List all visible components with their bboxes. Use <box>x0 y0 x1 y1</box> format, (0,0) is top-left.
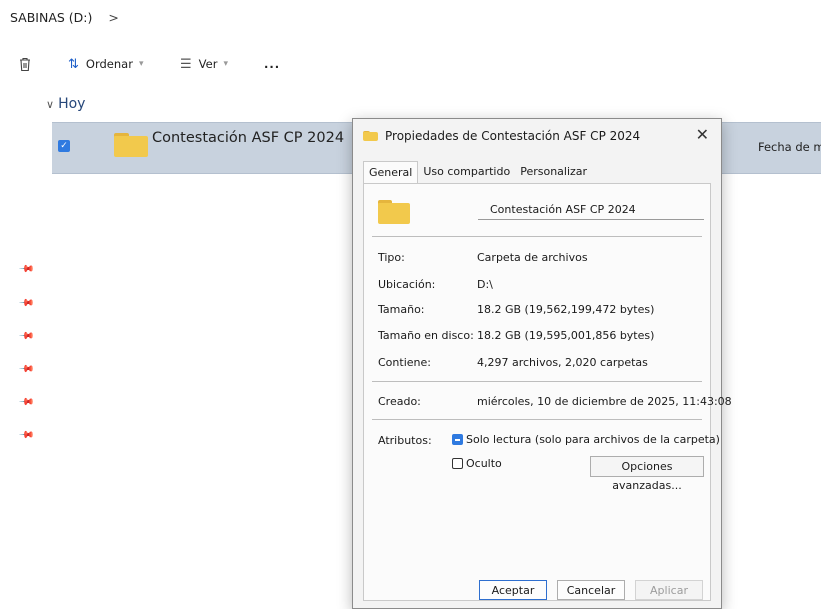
sort-label: Ordenar <box>85 57 133 71</box>
ok-button[interactable]: Aceptar <box>479 580 547 600</box>
sort-icon: ⇅ <box>68 56 79 72</box>
pin-icon[interactable]: 📌 <box>18 261 35 278</box>
hidden-label: Oculto <box>466 457 502 470</box>
delete-button[interactable] <box>18 52 32 76</box>
contains-label: Contiene: <box>378 356 431 369</box>
type-value: Carpeta de archivos <box>477 251 588 264</box>
file-name[interactable]: Contestación ASF CP 2024 <box>152 130 344 146</box>
trash-icon <box>20 57 30 71</box>
chevron-down-icon: ∨ <box>46 98 55 111</box>
folder-name-input[interactable]: Contestación ASF CP 2024 <box>478 200 704 220</box>
size-value: 18.2 GB (19,562,199,472 bytes) <box>477 303 655 316</box>
disk-size-value: 18.2 GB (19,595,001,856 bytes) <box>477 329 655 342</box>
dialog-tabs: General Uso compartido Personalizar <box>363 161 592 185</box>
sort-button[interactable]: ⇅ Ordenar ▾ <box>68 52 143 76</box>
command-bar: ⇅ Ordenar ▾ ☰ Ver ▾ ... <box>0 52 821 76</box>
type-label: Tipo: <box>378 251 405 264</box>
contains-value: 4,297 archivos, 2,020 carpetas <box>477 356 648 369</box>
divider <box>372 236 702 237</box>
view-list-icon: ☰ <box>180 56 192 72</box>
checkbox-indeterminate-icon[interactable] <box>452 434 463 445</box>
apply-button[interactable]: Aplicar <box>635 580 703 600</box>
location-label: Ubicación: <box>378 278 436 291</box>
tab-general[interactable]: General <box>363 161 419 185</box>
breadcrumb[interactable]: SABINAS (D:) > <box>10 10 119 25</box>
cancel-button[interactable]: Cancelar <box>557 580 625 600</box>
created-value: miércoles, 10 de diciembre de 2025, 11:4… <box>477 395 732 408</box>
column-header-date[interactable]: Fecha de mo <box>758 140 821 154</box>
size-label: Tamaño: <box>378 303 425 316</box>
readonly-label: Solo lectura (solo para archivos de la c… <box>466 433 720 446</box>
properties-dialog: Propiedades de Contestación ASF CP 2024 … <box>352 118 732 609</box>
dialog-title: Propiedades de Contestación ASF CP 2024 <box>385 129 641 143</box>
folder-icon <box>363 130 378 142</box>
advanced-options-button[interactable]: Opciones avanzadas... <box>590 456 704 492</box>
close-icon[interactable]: ✕ <box>696 125 709 144</box>
readonly-checkbox[interactable]: Solo lectura (solo para archivos de la c… <box>452 433 720 446</box>
chevron-down-icon: ▾ <box>138 59 144 69</box>
disk-size-label: Tamaño en disco: <box>378 329 474 342</box>
pin-icon[interactable]: 📌 <box>18 328 35 345</box>
location-value: D:\ <box>477 278 493 291</box>
folder-icon <box>378 200 410 224</box>
chevron-down-icon: ▾ <box>223 59 228 69</box>
hidden-checkbox[interactable]: Oculto <box>452 457 502 470</box>
checkbox-icon[interactable] <box>452 458 463 469</box>
attributes-label: Atributos: <box>378 434 432 447</box>
pin-icon[interactable]: 📌 <box>18 361 35 378</box>
dialog-titlebar[interactable]: Propiedades de Contestación ASF CP 2024 <box>363 129 640 143</box>
group-header-today[interactable]: ∨ Hoy <box>46 96 85 112</box>
pin-icon[interactable]: 📌 <box>18 427 35 444</box>
breadcrumb-drive[interactable]: SABINAS (D:) <box>10 10 92 25</box>
general-panel: Contestación ASF CP 2024 Tipo: Carpeta d… <box>363 183 732 601</box>
chevron-right-icon[interactable]: > <box>108 10 118 25</box>
created-label: Creado: <box>378 395 421 408</box>
divider <box>372 381 702 382</box>
more-options-button[interactable]: ... <box>264 52 280 76</box>
group-label: Hoy <box>58 96 86 112</box>
tab-sharing[interactable]: Uso compartido <box>418 161 515 185</box>
pin-icon[interactable]: 📌 <box>18 394 35 411</box>
divider <box>372 419 702 420</box>
view-label: Ver <box>198 57 218 71</box>
row-checkbox[interactable]: ✓ <box>58 140 70 152</box>
view-button[interactable]: ☰ Ver ▾ <box>180 52 228 76</box>
tab-customize[interactable]: Personalizar <box>515 161 592 185</box>
pin-icon[interactable]: 📌 <box>18 295 35 312</box>
folder-icon <box>114 133 148 157</box>
